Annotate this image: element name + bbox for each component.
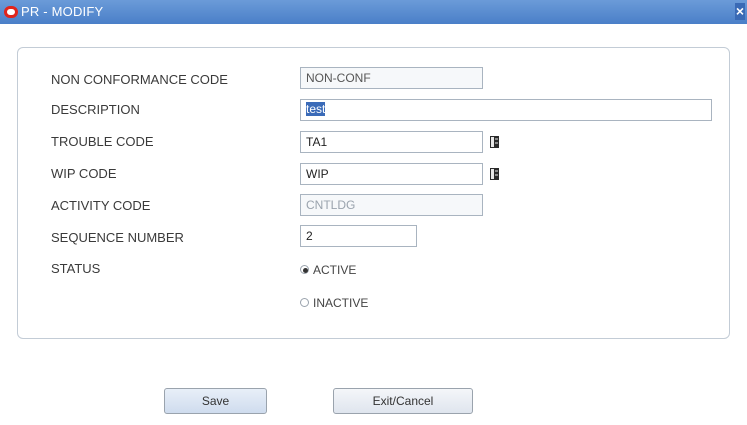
sequence-number-field[interactable] <box>300 225 417 247</box>
form-panel <box>17 47 730 339</box>
oracle-logo-icon <box>4 6 18 18</box>
wip-code-field[interactable] <box>300 163 483 185</box>
status-label: STATUS <box>51 261 101 276</box>
title-bar: PR - MODIFY × <box>0 0 747 24</box>
status-inactive-radio[interactable]: INACTIVE <box>300 296 368 310</box>
save-button[interactable]: Save <box>164 388 267 414</box>
trouble-code-field[interactable] <box>300 131 483 153</box>
nonconformance-code-field <box>300 67 483 89</box>
activity-code-field <box>300 194 483 216</box>
status-inactive-label: INACTIVE <box>313 296 369 310</box>
window-title: PR - MODIFY <box>21 4 104 19</box>
activity-code-label: ACTIVITY CODE <box>51 198 151 213</box>
status-active-radio[interactable]: ACTIVE <box>300 263 356 277</box>
description-label: DESCRIPTION <box>51 102 140 117</box>
radio-unselected-icon[interactable] <box>300 298 309 308</box>
trouble-code-label: TROUBLE CODE <box>51 134 154 149</box>
exit-cancel-button[interactable]: Exit/Cancel <box>333 388 473 414</box>
description-value: test <box>306 102 326 116</box>
wip-code-label: WIP CODE <box>51 166 117 181</box>
description-field[interactable]: test <box>300 99 712 121</box>
trouble-code-lookup-icon[interactable] <box>488 135 502 149</box>
radio-selected-icon[interactable] <box>300 265 309 275</box>
wip-code-lookup-icon[interactable] <box>488 167 502 181</box>
status-active-label: ACTIVE <box>313 263 357 277</box>
nonconformance-code-label: NON CONFORMANCE CODE <box>51 72 228 87</box>
sequence-number-label: SEQUENCE NUMBER <box>51 230 184 245</box>
close-icon[interactable]: × <box>735 3 745 20</box>
